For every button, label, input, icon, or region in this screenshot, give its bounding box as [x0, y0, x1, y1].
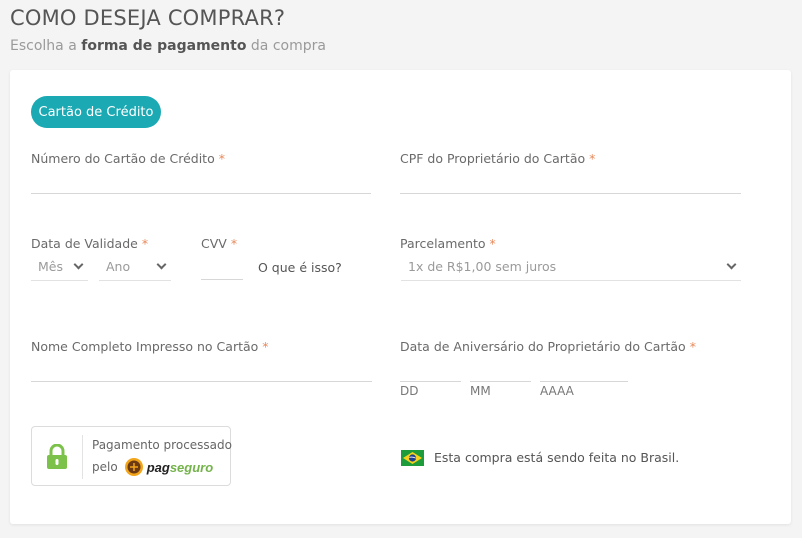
birthday-month-placeholder: MM — [470, 384, 491, 398]
pagseguro-line2: pelo pag seguro — [92, 457, 213, 477]
lock-icon — [46, 443, 68, 475]
cvv-help-link[interactable]: O que é isso? — [258, 260, 342, 275]
country-notice: Esta compra está sendo feita no Brasil. — [434, 450, 680, 465]
subtitle-pre: Escolha a — [10, 38, 82, 54]
expiry-month-select[interactable]: Mês — [31, 253, 88, 281]
birthday-day-input[interactable] — [400, 358, 461, 382]
subtitle-post: da compra — [246, 38, 326, 54]
pagseguro-logo: pag seguro — [124, 457, 213, 477]
page-title: COMO DESEJA COMPRAR? — [10, 6, 286, 30]
brazil-flag-icon — [401, 450, 424, 471]
cvv-input[interactable] — [201, 256, 243, 280]
expiry-label: Data de Validade * — [31, 236, 149, 251]
divider — [82, 435, 83, 479]
card-number-label: Número do Cartão de Crédito * — [31, 151, 225, 166]
tab-credit-card-label: Cartão de Crédito — [38, 104, 154, 120]
cvv-label: CVV * — [201, 236, 238, 251]
birthday-label: Data de Aniversário do Proprietário do C… — [400, 339, 696, 354]
expiry-year-select[interactable]: Ano — [99, 253, 171, 281]
birthday-day-placeholder: DD — [400, 384, 419, 398]
birthday-year-placeholder: AAAA — [540, 384, 574, 398]
tab-credit-card[interactable]: Cartão de Crédito — [31, 96, 161, 128]
chevron-down-icon — [726, 259, 737, 270]
cpf-label: CPF do Proprietário do Cartão * — [400, 151, 596, 166]
pagseguro-line1: Pagamento processado — [92, 438, 232, 452]
pagseguro-badge: Pagamento processado pelo pag seguro — [31, 426, 232, 486]
card-number-input[interactable] — [31, 170, 371, 194]
chevron-down-icon — [73, 259, 84, 270]
installments-label: Parcelamento * — [400, 236, 496, 251]
subtitle-bold: forma de pagamento — [81, 38, 247, 54]
cpf-input[interactable] — [400, 170, 741, 194]
page-subtitle: Escolha a forma de pagamento da compra — [10, 38, 326, 54]
pagseguro-by: pelo — [92, 460, 118, 474]
cardholder-name-input[interactable] — [31, 358, 372, 382]
chevron-down-icon — [156, 259, 167, 270]
installments-select[interactable]: 1x de R$1,00 sem juros — [401, 253, 741, 281]
pagseguro-logo-seguro: seguro — [169, 459, 214, 475]
cardholder-name-label: Nome Completo Impresso no Cartão * — [31, 339, 269, 354]
birthday-year-input[interactable] — [540, 358, 628, 382]
birthday-month-input[interactable] — [470, 358, 531, 382]
pagseguro-logo-pag: pag — [146, 459, 170, 475]
pagseguro-logo-icon — [124, 458, 143, 476]
